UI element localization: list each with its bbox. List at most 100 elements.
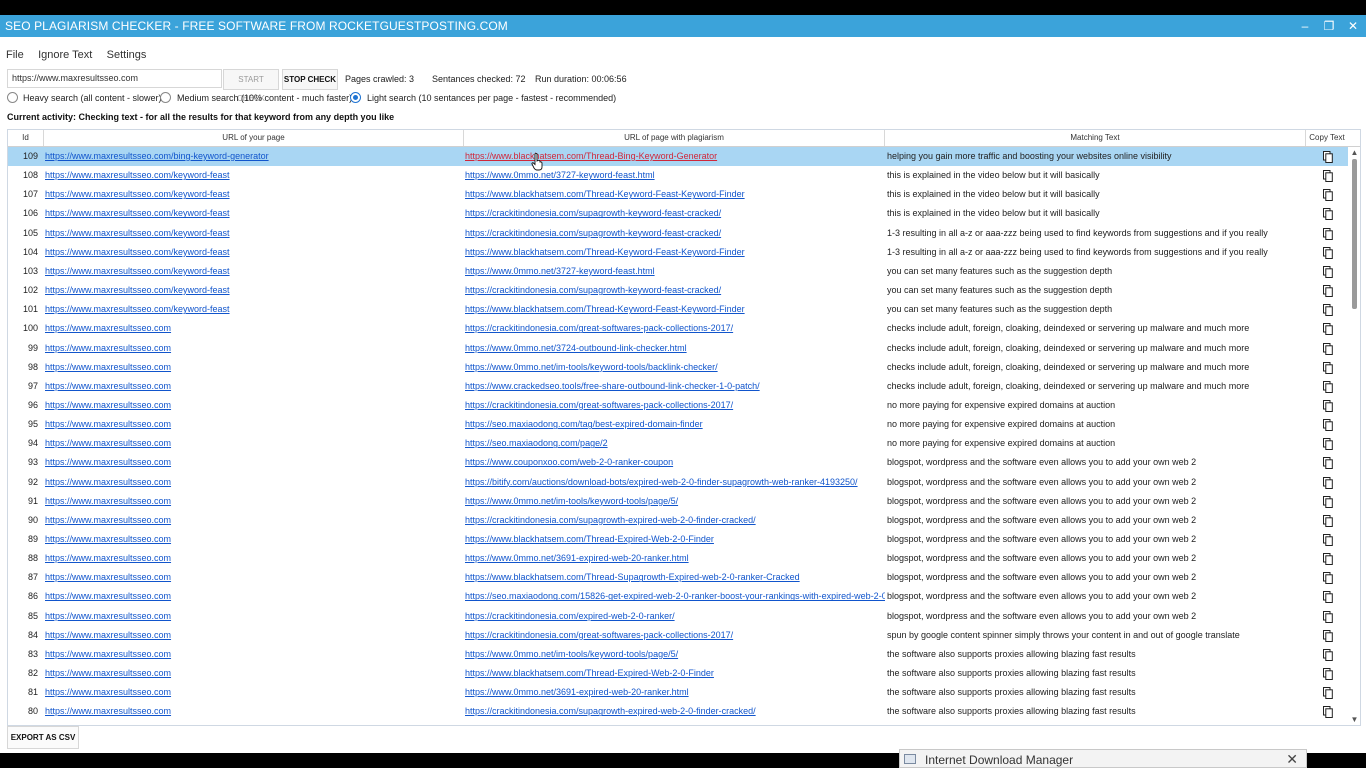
row-plagiarism-url-link[interactable]: https://www.blackhatsem.com/Thread-Bing-… [465, 147, 885, 166]
copy-text-button[interactable] [1320, 319, 1334, 338]
table-row[interactable]: 109 https://www.maxresultsseo.com/bing-ke… [8, 147, 1348, 166]
table-row[interactable]: 91 https://www.maxresultsseo.com https://w… [8, 492, 1348, 511]
table-row[interactable]: 93 https://www.maxresultsseo.com https://w… [8, 453, 1348, 472]
row-plagiarism-url-link[interactable]: https://www.crackedseo.tools/free-share-… [465, 377, 885, 396]
row-plagiarism-url-link[interactable]: https://crackitindonesia.com/supagrowth-… [465, 702, 885, 721]
table-row[interactable]: 82 https://www.maxresultsseo.com https://w… [8, 664, 1348, 683]
row-page-url-link[interactable]: https://www.maxresultsseo.com [45, 319, 455, 338]
row-plagiarism-url-link[interactable]: https://www.0mmo.net/im-tools/keyword-to… [465, 492, 885, 511]
scrollbar-thumb[interactable] [1352, 159, 1357, 309]
table-row[interactable]: 107 https://www.maxresultsseo.com/keyword… [8, 185, 1348, 204]
row-plagiarism-url-link[interactable]: https://www.0mmo.net/3727-keyword-feast.… [465, 166, 885, 185]
copy-text-button[interactable] [1320, 645, 1334, 664]
table-row[interactable]: 81 https://www.maxresultsseo.com https://w… [8, 683, 1348, 702]
copy-text-button[interactable] [1320, 664, 1334, 683]
row-plagiarism-url-link[interactable]: https://www.blackhatsem.com/Thread-Keywo… [465, 243, 885, 262]
row-plagiarism-url-link[interactable]: https://www.0mmo.net/3691-expired-web-20… [465, 683, 885, 702]
row-plagiarism-url-link[interactable]: https://www.0mmo.net/im-tools/keyword-to… [465, 358, 885, 377]
table-row[interactable]: 104 https://www.maxresultsseo.com/keyword… [8, 243, 1348, 262]
copy-text-button[interactable] [1320, 492, 1334, 511]
copy-text-button[interactable] [1320, 568, 1334, 587]
minimize-button[interactable]: – [1296, 17, 1314, 35]
row-plagiarism-url-link[interactable]: https://www.blackhatsem.com/Thread-Expir… [465, 664, 885, 683]
start-check-button[interactable]: START CHECK [223, 69, 279, 103]
table-row[interactable]: 102 https://www.maxresultsseo.com/keyword… [8, 281, 1348, 300]
light-search-radio[interactable] [350, 92, 361, 103]
close-button[interactable]: ✕ [1344, 17, 1362, 35]
medium-search-radio[interactable] [160, 92, 171, 103]
row-page-url-link[interactable]: https://www.maxresultsseo.com [45, 358, 455, 377]
row-plagiarism-url-link[interactable]: https://www.couponxoo.com/web-2-0-ranker… [465, 453, 885, 472]
row-plagiarism-url-link[interactable]: https://www.0mmo.net/3727-keyword-feast.… [465, 262, 885, 281]
copy-text-button[interactable] [1320, 530, 1334, 549]
table-row[interactable]: 98 https://www.maxresultsseo.com https://w… [8, 358, 1348, 377]
row-page-url-link[interactable]: https://www.maxresultsseo.com [45, 434, 455, 453]
table-row[interactable]: 83 https://www.maxresultsseo.com https://w… [8, 645, 1348, 664]
row-plagiarism-url-link[interactable]: https://crackitindonesia.com/great-softw… [465, 626, 885, 645]
copy-text-button[interactable] [1320, 185, 1334, 204]
menu-file[interactable]: File [6, 49, 24, 61]
row-page-url-link[interactable]: https://www.maxresultsseo.com [45, 377, 455, 396]
row-plagiarism-url-link[interactable]: https://seo.maxiaodong.com/tag/best-expi… [465, 415, 885, 434]
row-plagiarism-url-link[interactable]: https://crackitindonesia.com/supagrowth-… [465, 224, 885, 243]
vertical-scrollbar[interactable]: ▲ ▼ [1349, 147, 1360, 725]
row-plagiarism-url-link[interactable]: https://www.0mmo.net/3691-expired-web-20… [465, 549, 885, 568]
idm-close-button[interactable]: ✕ [1286, 751, 1298, 768]
row-plagiarism-url-link[interactable]: https://www.blackhatsem.com/Thread-Keywo… [465, 300, 885, 319]
row-plagiarism-url-link[interactable]: https://seo.maxiaodong.com/page/2 [465, 434, 885, 453]
row-page-url-link[interactable]: https://www.maxresultsseo.com/keyword-fe… [45, 262, 455, 281]
row-plagiarism-url-link[interactable]: https://crackitindonesia.com/supagrowth-… [465, 204, 885, 223]
row-plagiarism-url-link[interactable]: https://www.0mmo.net/3724-outbound-link-… [465, 339, 885, 358]
copy-text-button[interactable] [1320, 300, 1334, 319]
menu-settings[interactable]: Settings [107, 49, 147, 61]
header-url[interactable]: URL of your page [44, 130, 464, 146]
row-page-url-link[interactable]: https://www.maxresultsseo.com [45, 607, 455, 626]
row-page-url-link[interactable]: https://www.maxresultsseo.com [45, 511, 455, 530]
table-row[interactable]: 84 https://www.maxresultsseo.com https://c… [8, 626, 1348, 645]
header-plagiarism-url[interactable]: URL of page with plagiarism [464, 130, 885, 146]
row-plagiarism-url-link[interactable]: https://www.blackhatsem.com/Thread-Expir… [465, 530, 885, 549]
scroll-up-arrow[interactable]: ▲ [1350, 148, 1359, 157]
table-row[interactable]: 103 https://www.maxresultsseo.com/keyword… [8, 262, 1348, 281]
row-page-url-link[interactable]: https://www.maxresultsseo.com/keyword-fe… [45, 224, 455, 243]
header-copy-text[interactable]: Copy Text [1306, 130, 1348, 146]
table-row[interactable]: 101 https://www.maxresultsseo.com/keyword… [8, 300, 1348, 319]
copy-text-button[interactable] [1320, 281, 1334, 300]
table-row[interactable]: 106 https://www.maxresultsseo.com/keyword… [8, 204, 1348, 223]
copy-text-button[interactable] [1320, 453, 1334, 472]
table-row[interactable]: 96 https://www.maxresultsseo.com https://c… [8, 396, 1348, 415]
row-plagiarism-url-link[interactable]: https://crackitindonesia.com/supagrowth-… [465, 281, 885, 300]
copy-text-button[interactable] [1320, 415, 1334, 434]
copy-text-button[interactable] [1320, 626, 1334, 645]
table-row[interactable]: 105 https://www.maxresultsseo.com/keyword… [8, 224, 1348, 243]
stop-check-button[interactable]: STOP CHECK [282, 69, 338, 90]
copy-text-button[interactable] [1320, 434, 1334, 453]
header-matching-text[interactable]: Matching Text [885, 130, 1306, 146]
row-page-url-link[interactable]: https://www.maxresultsseo.com [45, 396, 455, 415]
row-page-url-link[interactable]: https://www.maxresultsseo.com [45, 549, 455, 568]
url-input[interactable]: https://www.maxresultsseo.com [7, 69, 222, 88]
row-plagiarism-url-link[interactable]: https://crackitindonesia.com/supagrowth-… [465, 511, 885, 530]
row-page-url-link[interactable]: https://www.maxresultsseo.com/keyword-fe… [45, 204, 455, 223]
row-plagiarism-url-link[interactable]: https://crackitindonesia.com/expired-web… [465, 607, 885, 626]
row-page-url-link[interactable]: https://www.maxresultsseo.com [45, 568, 455, 587]
table-row[interactable]: 100 https://www.maxresultsseo.com https://… [8, 319, 1348, 338]
table-row[interactable]: 80 https://www.maxresultsseo.com https://c… [8, 702, 1348, 721]
row-page-url-link[interactable]: https://www.maxresultsseo.com [45, 626, 455, 645]
row-page-url-link[interactable]: https://www.maxresultsseo.com/keyword-fe… [45, 243, 455, 262]
table-row[interactable]: 87 https://www.maxresultsseo.com https://w… [8, 568, 1348, 587]
table-row[interactable]: 85 https://www.maxresultsseo.com https://c… [8, 607, 1348, 626]
row-page-url-link[interactable]: https://www.maxresultsseo.com [45, 664, 455, 683]
row-page-url-link[interactable]: https://www.maxresultsseo.com/keyword-fe… [45, 281, 455, 300]
row-page-url-link[interactable]: https://www.maxresultsseo.com [45, 453, 455, 472]
export-csv-button[interactable]: EXPORT AS CSV [7, 726, 79, 749]
row-page-url-link[interactable]: https://www.maxresultsseo.com [45, 339, 455, 358]
copy-text-button[interactable] [1320, 339, 1334, 358]
row-plagiarism-url-link[interactable]: https://www.0mmo.net/im-tools/keyword-to… [465, 645, 885, 664]
copy-text-button[interactable] [1320, 358, 1334, 377]
copy-text-button[interactable] [1320, 262, 1334, 281]
row-page-url-link[interactable]: https://www.maxresultsseo.com/keyword-fe… [45, 166, 455, 185]
row-plagiarism-url-link[interactable]: https://seo.maxiaodong.com/15826-get-exp… [465, 587, 885, 606]
scroll-down-arrow[interactable]: ▼ [1350, 715, 1359, 724]
restore-button[interactable]: ❐ [1320, 17, 1338, 35]
